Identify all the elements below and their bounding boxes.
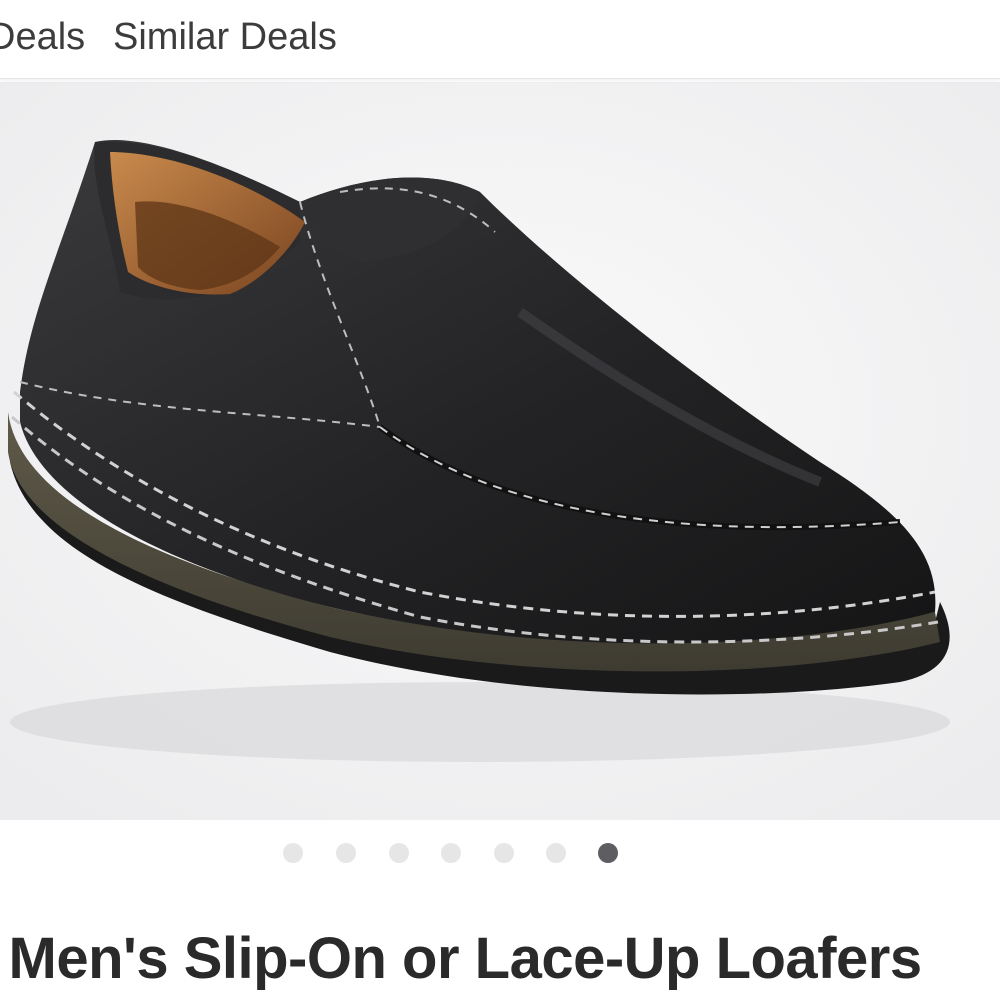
carousel-dot-3[interactable] — [389, 843, 409, 863]
carousel-dot-1[interactable] — [283, 843, 303, 863]
product-title: o Men's Slip-On or Lace-Up Loafers — [0, 926, 922, 991]
carousel-dot-7-active[interactable] — [598, 843, 618, 863]
carousel-dot-4[interactable] — [441, 843, 461, 863]
carousel-dot-6[interactable] — [546, 843, 566, 863]
carousel-dot-5[interactable] — [494, 843, 514, 863]
product-image-carousel[interactable] — [0, 82, 1000, 820]
deal-tab-bar: Deals Similar Deals — [0, 0, 1000, 79]
tab-deals[interactable]: Deals — [0, 16, 85, 59]
carousel-dot-2[interactable] — [336, 843, 356, 863]
product-image — [0, 82, 1000, 820]
carousel-pagination — [0, 843, 1000, 863]
tab-similar-deals[interactable]: Similar Deals — [113, 16, 337, 59]
